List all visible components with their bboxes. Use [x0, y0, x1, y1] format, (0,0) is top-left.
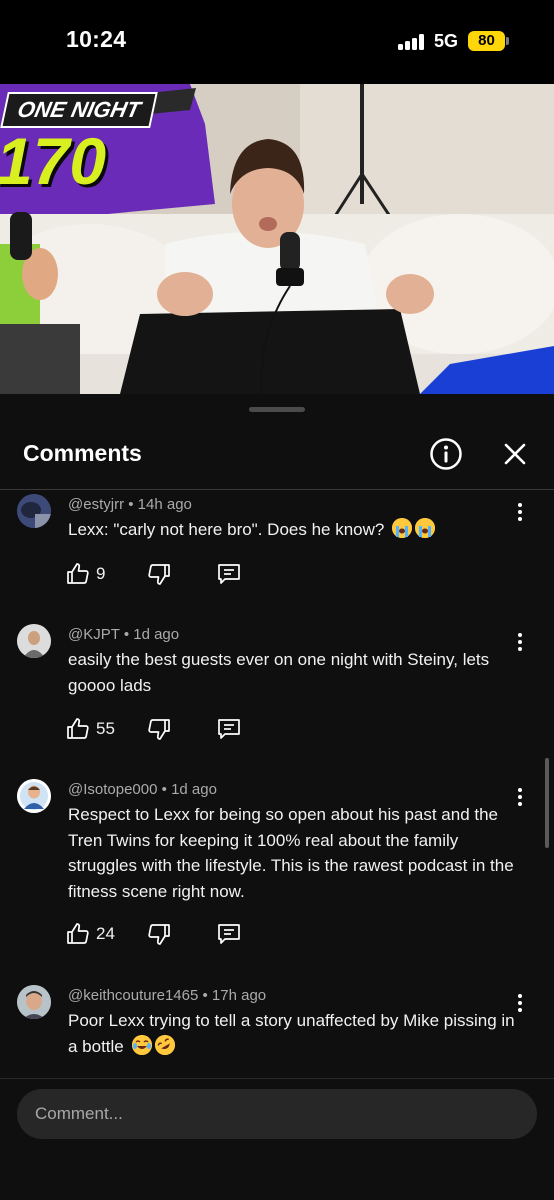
thumbs-down-icon [148, 924, 170, 945]
reply-icon [218, 564, 240, 584]
comment-author[interactable]: @Isotope000 [68, 781, 157, 798]
like-count: 55 [96, 719, 115, 738]
comment-text: Poor Lexx trying to tell a story unaffec… [68, 1008, 518, 1059]
dislike-button[interactable] [147, 715, 173, 743]
show-logo-text: ONE NIGHT [15, 97, 143, 122]
info-button[interactable] [428, 436, 464, 472]
comment-text: Respect to Lexx for being so open about … [68, 805, 514, 901]
thumbs-up-icon [67, 923, 89, 944]
cellular-signal-icon [398, 34, 426, 50]
comment-author[interactable]: @KJPT [68, 626, 120, 643]
rofl-emoji-icon [154, 1034, 175, 1055]
avatar[interactable] [17, 779, 51, 813]
close-icon [504, 443, 526, 465]
reply-button[interactable] [216, 920, 242, 948]
like-count: 24 [96, 924, 115, 943]
thumbs-up-icon [67, 718, 89, 739]
comment-item: @keithcouture1465 • 17h ago Poor Lexx tr… [0, 981, 554, 1078]
battery-tip [506, 37, 509, 45]
drag-handle[interactable] [249, 407, 305, 412]
show-logo: ONE NIGHT [0, 92, 158, 128]
loudly-crying-emoji-icon [415, 518, 436, 538]
dislike-button[interactable] [147, 920, 173, 948]
meta-separator: • [202, 987, 212, 1004]
battery-level: 80 [478, 32, 495, 49]
comment-meta: @estyjrr • 14h ago [68, 496, 192, 513]
comment-text-content: Lexx: "carly not here bro". Does he know… [68, 520, 385, 539]
status-bar: 10:24 5G 80 [0, 0, 554, 84]
battery-icon: 80 [468, 31, 505, 51]
video-player[interactable]: ONE NIGHT 170 [0, 84, 554, 394]
comment-item: @Isotope000 • 1d ago Respect to Lexx for… [0, 775, 554, 975]
comment-item: @KJPT • 1d ago easily the best guests ev… [0, 620, 554, 770]
status-time: 10:24 [66, 26, 127, 52]
meta-separator: • [123, 626, 134, 643]
network-type: 5G [434, 31, 459, 51]
thumbs-down-icon [148, 719, 170, 740]
comment-meta: @keithcouture1465 • 17h ago [68, 987, 266, 1004]
comment-time: 17h ago [211, 987, 267, 1004]
thumbs-down-icon [148, 564, 170, 585]
comment-meta: @Isotope000 • 1d ago [68, 781, 217, 798]
comment-text: Lexx: "carly not here bro". Does he know… [68, 517, 518, 543]
comment-composer [0, 1078, 554, 1200]
meta-separator: • [161, 781, 172, 798]
comment-time: 1d ago [171, 781, 217, 798]
like-button[interactable]: 24 [66, 920, 126, 948]
reply-button[interactable] [216, 715, 242, 743]
thumbs-up-icon [67, 563, 89, 584]
like-button[interactable]: 9 [66, 560, 116, 588]
sheet-title: Comments [23, 440, 142, 466]
comment-text: easily the best guests ever on one night… [68, 650, 490, 695]
reply-icon [218, 719, 240, 739]
comment-time: 14h ago [137, 496, 192, 513]
reply-icon [218, 924, 240, 944]
comment-item: @estyjrr • 14h ago Lexx: "carly not here… [0, 490, 554, 610]
info-icon [430, 438, 462, 470]
close-button[interactable] [499, 438, 531, 470]
like-button[interactable]: 55 [66, 715, 126, 743]
loudly-crying-emoji-icon [392, 518, 413, 538]
comment-author[interactable]: @estyjrr [68, 496, 124, 513]
reply-button[interactable] [216, 560, 242, 588]
episode-number: 170 [0, 124, 107, 198]
avatar[interactable] [17, 624, 51, 658]
comment-time: 1d ago [133, 626, 180, 643]
comments-list[interactable]: @estyjrr • 14h ago Lexx: "carly not here… [0, 490, 554, 1078]
dislike-button[interactable] [147, 560, 173, 588]
scrollbar[interactable] [545, 758, 549, 848]
avatar[interactable] [17, 494, 51, 528]
joy-emoji-icon [131, 1034, 152, 1055]
like-count: 9 [96, 564, 106, 583]
comment-author[interactable]: @keithcouture1465 [68, 987, 198, 1004]
avatar[interactable] [17, 985, 51, 1019]
comment-input[interactable] [17, 1089, 537, 1139]
meta-separator: • [128, 496, 138, 513]
comment-meta: @KJPT • 1d ago [68, 626, 179, 643]
